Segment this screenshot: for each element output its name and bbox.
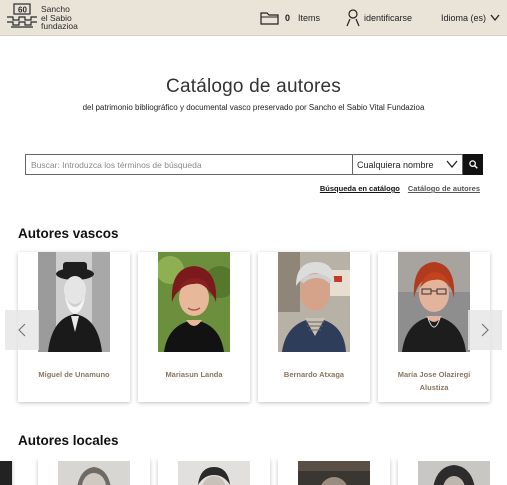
folder-icon (260, 12, 279, 25)
search-icon (468, 160, 478, 169)
author-photo (178, 461, 250, 485)
items-count: 0 (285, 13, 291, 23)
logo-text: Sancho el Sabio fundazioa (41, 5, 78, 31)
page-subtitle: del patrimonio bibliográfico y documenta… (82, 103, 425, 112)
logo-badge: 60 (18, 6, 27, 15)
basque-authors-carousel: Miguel de Unamuno Mariasun Landa Bernard… (0, 252, 507, 404)
chevron-left-icon (18, 323, 26, 337)
logo-line3: fundazioa (41, 21, 78, 31)
author-photo (58, 461, 130, 485)
author-name-line2: Alustiza (419, 383, 449, 392)
local-authors-carousel (0, 459, 507, 485)
author-card[interactable]: Mariasun Landa (138, 252, 250, 402)
catalog-search-link[interactable]: Búsqueda en catálogo (320, 184, 400, 193)
author-photo (278, 252, 350, 352)
items-label: Items (298, 13, 321, 23)
author-card[interactable] (398, 459, 507, 485)
author-card[interactable] (278, 459, 390, 485)
search-button[interactable] (463, 154, 483, 175)
author-name-line1: María Jose Olaziregi (397, 370, 471, 379)
page-title: Catálogo de autores (166, 76, 341, 97)
author-card[interactable] (158, 459, 270, 485)
author-photo (418, 461, 490, 485)
author-card[interactable]: Bernardo Atxaga (258, 252, 370, 402)
author-name: Mariasun Landa (165, 370, 223, 379)
search-bar: Cualquiera nombre (25, 154, 483, 175)
site-header: 60 Sancho el Sabio fundazioa 0 Items ide… (0, 0, 507, 36)
user-icon (346, 9, 360, 27)
author-photo (298, 461, 370, 485)
language-selector[interactable]: Idioma (es) (441, 8, 500, 28)
carousel-prev-button[interactable] (5, 310, 39, 350)
author-catalog-link[interactable]: Catálogo de autores (408, 184, 480, 193)
author-card[interactable] (38, 459, 150, 485)
section-title-basque-authors: Autores vascos (18, 226, 119, 241)
chevron-down-icon (446, 160, 458, 169)
login-button[interactable]: identificarse (346, 8, 412, 28)
search-field-select[interactable]: Cualquiera nombre (352, 154, 463, 175)
author-name: Miguel de Unamuno (38, 370, 110, 379)
logo-mark-icon: 60 (7, 3, 37, 28)
author-photo (158, 252, 230, 352)
logo[interactable]: 60 Sancho el Sabio fundazioa (6, 3, 86, 33)
chevron-right-icon (481, 323, 489, 337)
language-label: Idioma (es) (441, 13, 487, 23)
search-input[interactable] (25, 154, 352, 175)
carousel-next-button[interactable] (468, 310, 502, 350)
author-card[interactable] (0, 459, 12, 485)
author-photo (38, 252, 110, 352)
items-basket-button[interactable]: 0 Items (260, 9, 320, 27)
author-name: María Jose Olaziregi Alustiza (378, 368, 490, 394)
author-photo (398, 252, 470, 352)
search-select-value: Cualquiera nombre (357, 159, 434, 170)
author-photo (0, 461, 12, 485)
login-label: identificarse (364, 13, 413, 23)
chevron-down-icon (490, 14, 500, 22)
search-links: Búsqueda en catálogo Catálogo de autores (320, 184, 480, 193)
author-name: Bernardo Atxaga (283, 370, 345, 379)
section-title-local-authors: Autores locales (18, 433, 119, 448)
